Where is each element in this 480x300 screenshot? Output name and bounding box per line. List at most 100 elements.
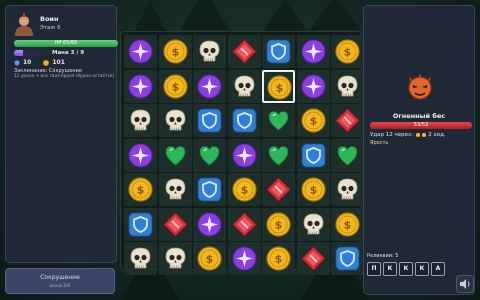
board-cell[interactable] [227,35,261,68]
board-cell[interactable] [296,242,330,275]
relic-slot[interactable]: А [431,262,445,276]
board-cell[interactable] [158,104,192,137]
skull-gem-icon [165,178,185,200]
board-cell[interactable] [124,207,157,241]
board-cell[interactable] [193,35,226,68]
board-cell[interactable]: $ [331,35,364,68]
board-cell[interactable] [227,138,261,172]
board-cell[interactable] [262,104,295,137]
board-cell[interactable] [124,104,157,137]
coin-gem-icon: $ [335,211,360,237]
board-cell[interactable]: $ [158,35,192,68]
board-cell[interactable]: $ [296,173,330,206]
enemy-attack-turns: 2 ход. [428,132,446,138]
board-cell[interactable] [227,242,261,275]
board-cell[interactable] [227,207,261,241]
board-cell[interactable] [331,173,364,206]
shield-gem-icon [335,246,360,271]
enemy-panel: Огненный бес 53/53 Удар 12 через: 2 ход.… [363,5,475,295]
skull-gem-icon [165,247,185,269]
board-cell[interactable] [124,138,157,172]
board-cell[interactable] [124,35,157,68]
shield-icon [14,59,20,66]
svg-text:$: $ [240,184,248,197]
hero-mana-fill [14,50,24,56]
enemy-hp-bar: 53/53 [370,122,472,129]
svg-text:$: $ [137,184,145,197]
board-cell[interactable] [158,138,192,172]
board-cell[interactable] [193,173,226,206]
emerald-gem-icon [268,145,289,165]
enemy-intent: Удар 12 через: 2 ход. [370,132,446,138]
board-cell[interactable] [193,138,226,172]
board-cell[interactable]: $ [331,207,364,241]
board-cell[interactable] [331,69,364,103]
skull-gem-icon [130,247,151,269]
svg-text:$: $ [344,218,352,231]
board-cell[interactable]: $ [124,173,157,206]
board-cell[interactable]: $ [262,207,295,241]
star-gem-icon [197,74,222,98]
board-cell[interactable] [262,138,295,172]
star-gem-icon [128,39,153,64]
skull-gem-icon [337,75,358,96]
board-cell[interactable] [193,69,226,103]
resources-row: 10 101 [14,59,77,66]
board-cell[interactable] [296,138,330,172]
star-gem-icon [301,39,325,64]
skull-gem-icon [165,109,185,131]
gold-value: 101 [52,59,65,66]
turn-dot-icon [415,132,420,137]
ruby-gem-icon [300,246,326,271]
svg-text:$: $ [171,46,179,59]
armor-stat: 10 [14,59,31,66]
board-cell[interactable] [193,207,226,241]
board-cell[interactable] [158,207,192,241]
relic-slot[interactable]: К [383,262,397,276]
board-cell[interactable] [262,173,295,206]
coin-gem-icon: $ [300,177,326,202]
relic-list: П К К К А [367,262,447,276]
floor-label: Этаж 6 [40,25,61,31]
board-cell[interactable] [331,242,364,275]
ruby-gem-icon [335,108,360,133]
board-cell[interactable] [227,69,261,103]
ruby-gem-icon [231,39,257,64]
svg-text:$: $ [344,46,352,59]
board-cell[interactable] [262,35,295,68]
board-cell[interactable] [296,207,330,241]
svg-text:$: $ [275,218,283,231]
shield-gem-icon [197,108,222,133]
board-cell[interactable] [331,104,364,137]
relics-label: Реликвии: 5 [367,253,399,259]
cast-skill-button[interactable]: Сокрушение мана 3/9 [5,268,115,294]
board-cell[interactable] [124,69,157,103]
board-cell[interactable] [158,173,192,206]
ruby-gem-icon [162,211,188,237]
relic-slot[interactable]: П [367,262,381,276]
warrior-portrait-icon [15,13,33,36]
sound-toggle-button[interactable] [456,275,474,293]
board-cell[interactable] [124,242,157,275]
ruby-gem-icon [231,211,257,237]
board-cell[interactable]: $ [193,242,226,275]
board-cell[interactable] [296,69,330,103]
coin-gem-icon: $ [162,73,188,99]
board-cell[interactable] [227,104,261,137]
skill-name: Сокрушение [40,274,80,281]
board-cell[interactable] [331,138,364,172]
board-cell[interactable]: $ [262,69,295,103]
board-cell[interactable]: $ [227,173,261,206]
board-cell[interactable] [158,242,192,275]
shield-gem-icon [197,177,222,202]
board-cell[interactable]: $ [262,242,295,275]
board-cell[interactable] [193,104,226,137]
board-cell[interactable]: $ [158,69,192,103]
relic-slot[interactable]: К [415,262,429,276]
hero-panel: Воин Этаж 6 HP 65/65 Мана 3 / 9 10 101 З… [5,5,118,263]
board-cell[interactable]: $ [296,104,330,137]
coin-gem-icon: $ [266,246,291,271]
board-cell[interactable] [296,35,330,68]
hero-mana-text: Мана 3 / 9 [52,50,85,56]
relic-slot[interactable]: К [399,262,413,276]
